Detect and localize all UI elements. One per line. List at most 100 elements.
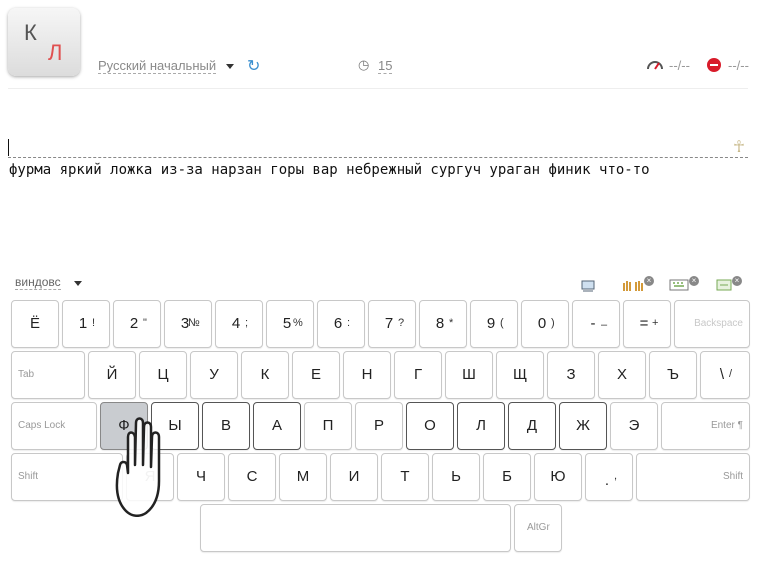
key-label: 1	[78, 315, 88, 332]
key-label: Ь	[451, 468, 461, 485]
key-k[interactable]: К	[241, 351, 289, 399]
key-label: З	[566, 366, 576, 383]
key-backspace[interactable]: Backspace	[674, 300, 750, 348]
key-j[interactable]: Й	[88, 351, 136, 399]
key-n[interactable]: Н	[343, 351, 391, 399]
key-ch[interactable]: Ч	[177, 453, 225, 501]
key-period[interactable]: .,	[585, 453, 633, 501]
key-e[interactable]: Е	[292, 351, 340, 399]
key-7[interactable]: 7?	[368, 300, 416, 348]
key-label: С	[246, 468, 258, 485]
key-label: \	[719, 366, 725, 383]
key-equals[interactable]: = +	[623, 300, 671, 348]
key-g[interactable]: Г	[394, 351, 442, 399]
key-h[interactable]: Х	[598, 351, 646, 399]
key-ts[interactable]: Ц	[139, 351, 187, 399]
close-icon[interactable]: ×	[689, 276, 699, 286]
key-label: 9	[486, 315, 496, 332]
lesson-text: фурма яркий ложка из-за нарзан горы вар …	[9, 162, 650, 178]
key-0[interactable]: 0)	[521, 300, 569, 348]
key-zh[interactable]: Ж	[559, 402, 607, 450]
key-9[interactable]: 9(	[470, 300, 518, 348]
refresh-icon[interactable]: ↻	[247, 59, 260, 75]
key-label: П	[322, 417, 334, 434]
course-select[interactable]: Русский начальный	[98, 58, 217, 74]
key-t[interactable]: Т	[381, 453, 429, 501]
key-sh[interactable]: Ш	[445, 351, 493, 399]
key-u[interactable]: У	[190, 351, 238, 399]
key-shift-left[interactable]: Shift	[11, 453, 123, 501]
key-label: Ц	[157, 366, 169, 383]
key-label: И	[348, 468, 360, 485]
speed-value: --/--	[669, 58, 690, 73]
layout-select[interactable]: виндовс	[15, 275, 61, 290]
key-shift-right[interactable]: Shift	[636, 453, 750, 501]
key-hard-sign[interactable]: Ъ	[649, 351, 697, 399]
key-label: 0	[537, 315, 547, 332]
key-label: 2	[129, 315, 139, 332]
typing-input[interactable]	[8, 157, 748, 159]
key-label: 4	[231, 315, 241, 332]
key-l[interactable]: Л	[457, 402, 505, 450]
errors-value: --/--	[728, 58, 749, 73]
key-altgr[interactable]: AltGr	[514, 504, 562, 552]
key-eh[interactable]: Э	[610, 402, 658, 450]
speedometer-icon	[647, 61, 663, 70]
chevron-down-icon[interactable]	[226, 64, 234, 69]
key-caps-lock[interactable]: Caps Lock	[11, 402, 97, 450]
key-label: Д	[526, 417, 538, 434]
key-shift-label: –	[601, 319, 608, 331]
key-3[interactable]: 3 №	[164, 300, 212, 348]
key-shift-label: %	[293, 317, 303, 329]
key-label: Ш	[462, 366, 476, 383]
key-label: Е	[310, 366, 321, 383]
key-1[interactable]: 1!	[62, 300, 110, 348]
key-label: Щ	[512, 366, 528, 383]
key-shift-label: :	[347, 317, 351, 329]
key-5[interactable]: 5%	[266, 300, 314, 348]
keyboard-hint-icon[interactable]	[716, 279, 732, 295]
key-i[interactable]: И	[330, 453, 378, 501]
key-shift-label: )	[551, 317, 555, 329]
key-b[interactable]: Б	[483, 453, 531, 501]
close-icon[interactable]: ×	[732, 276, 742, 286]
key-label: Backspace	[694, 318, 743, 329]
key-shch[interactable]: Щ	[496, 351, 544, 399]
key-4[interactable]: 4;	[215, 300, 263, 348]
key-label: Shift	[722, 471, 743, 482]
key-a[interactable]: А	[253, 402, 301, 450]
key-label: Shift	[18, 471, 39, 482]
key-tab[interactable]: Tab	[11, 351, 85, 399]
key-m[interactable]: М	[279, 453, 327, 501]
keyboard-icon[interactable]	[669, 279, 689, 295]
key-p[interactable]: П	[304, 402, 352, 450]
key-label: -	[590, 315, 596, 332]
keyboard-theme-icon[interactable]	[580, 278, 596, 298]
key-6[interactable]: 6:	[317, 300, 365, 348]
key-label: Х	[616, 366, 627, 383]
key-enter[interactable]: Enter ¶	[661, 402, 750, 450]
key-label: Й	[106, 366, 118, 383]
key-label: Г	[413, 366, 423, 383]
key-s[interactable]: С	[228, 453, 276, 501]
pin-icon[interactable]: ☥	[733, 137, 745, 157]
key-space[interactable]	[200, 504, 511, 552]
key-v[interactable]: В	[202, 402, 250, 450]
key-soft-sign[interactable]: Ь	[432, 453, 480, 501]
key-8[interactable]: 8 *	[419, 300, 467, 348]
key-yu[interactable]: Ю	[534, 453, 582, 501]
key-label: Ж	[576, 417, 590, 434]
key-d[interactable]: Д	[508, 402, 556, 450]
key-r[interactable]: Р	[355, 402, 403, 450]
logo-letter-k: К	[24, 20, 37, 45]
key-backslash[interactable]: \ /	[700, 351, 750, 399]
time-select[interactable]: 15	[378, 58, 393, 74]
key-2[interactable]: 2 "	[113, 300, 161, 348]
key-minus[interactable]: - –	[572, 300, 620, 348]
key-o[interactable]: О	[406, 402, 454, 450]
chevron-down-icon[interactable]	[74, 281, 82, 286]
key-yo[interactable]: Ё	[11, 300, 59, 348]
close-icon[interactable]: ×	[644, 276, 654, 286]
key-z[interactable]: З	[547, 351, 595, 399]
hands-icon[interactable]	[622, 278, 646, 296]
